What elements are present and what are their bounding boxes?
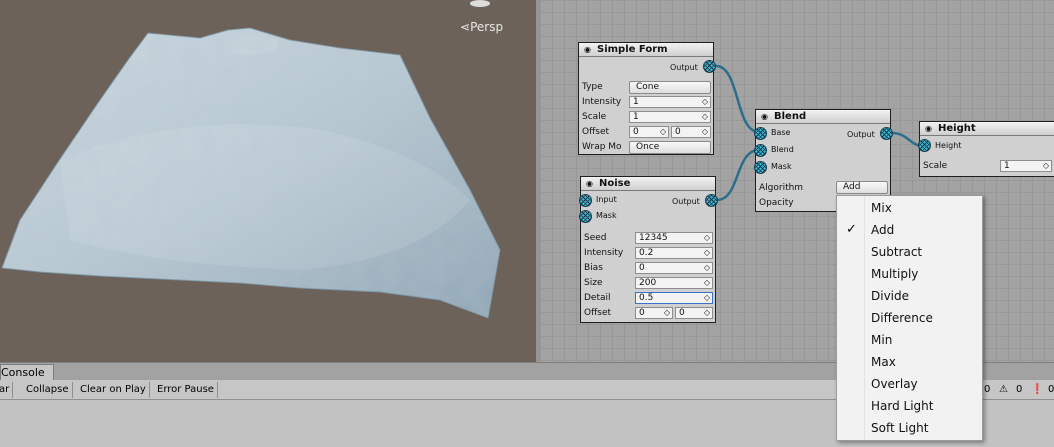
type-label: Type [582, 82, 603, 92]
offset-x-field[interactable]: 0 ◇ [629, 126, 669, 138]
bias-field[interactable]: 0 ◇ [635, 262, 713, 274]
eye-icon[interactable]: ◉ [925, 125, 932, 133]
collapse-button[interactable]: Collapse [23, 382, 73, 398]
detail-field[interactable]: 0.5 ◇ [635, 292, 713, 304]
persp-chevron-icon: ⋖ [460, 20, 471, 34]
warning-count[interactable]: 0 [1016, 382, 1022, 398]
drag-arrows-icon[interactable]: ◇ [702, 112, 708, 122]
error-icon[interactable]: ❗ [1031, 382, 1043, 398]
blend-label: Blend [771, 145, 794, 154]
noise-node[interactable]: ◉ Noise Input Mask Output Seed 12345 ◇ Int… [579, 176, 718, 323]
offset-y-field[interactable]: 0 ◇ [671, 126, 711, 138]
scale-field[interactable]: 1 ◇ [629, 111, 711, 123]
drag-arrows-icon[interactable]: ◇ [702, 97, 708, 107]
warning-icon[interactable]: ⚠ [999, 382, 1008, 398]
menu-item-hard-light[interactable]: Hard Light [871, 395, 979, 417]
type-dropdown[interactable]: Cone [629, 81, 711, 94]
output-label: Output [672, 197, 700, 206]
eye-icon[interactable]: ◉ [584, 46, 591, 54]
size-field[interactable]: 200 ◇ [635, 277, 713, 289]
blend-port[interactable] [754, 144, 767, 157]
mask-label: Mask [596, 211, 617, 220]
input-port[interactable] [579, 194, 592, 207]
gizmo-cone-icon[interactable] [470, 0, 490, 7]
persp-label[interactable]: ⋖Persp [460, 20, 503, 34]
drag-arrows-icon[interactable]: ◇ [704, 278, 710, 288]
intensity-label: Intensity [582, 97, 622, 107]
drag-arrows-icon[interactable]: ◇ [704, 293, 710, 303]
terrain-mesh [1, 27, 501, 319]
menu-item-soft-light[interactable]: Soft Light [871, 417, 979, 439]
scale-label: Scale [923, 161, 948, 171]
menu-item-overlay[interactable]: Overlay [871, 373, 979, 395]
mask-label: Mask [771, 162, 792, 171]
mask-port[interactable] [579, 210, 592, 223]
bias-label: Bias [584, 263, 603, 273]
simple-form-node[interactable]: ◉ Simple Form Output Type Cone Intensity … [578, 42, 716, 155]
height-header[interactable]: ◉ Height [920, 122, 1054, 136]
offset-label: Offset [584, 308, 612, 318]
height-node[interactable]: ◉ Height Height Scale 1 ◇ [918, 121, 1054, 177]
simple-form-header[interactable]: ◉ Simple Form [579, 43, 713, 57]
eye-icon[interactable]: ◉ [761, 113, 768, 121]
base-port[interactable] [754, 127, 767, 140]
opacity-label: Opacity [759, 198, 794, 208]
drag-arrows-icon[interactable]: ◇ [704, 308, 710, 318]
menu-item-divide[interactable]: Divide [871, 285, 979, 307]
offset-x-field[interactable]: 0 ◇ [635, 307, 673, 319]
detail-label: Detail [584, 293, 611, 303]
algorithm-dropdown[interactable]: Add [836, 181, 888, 194]
menu-item-max[interactable]: Max [871, 351, 979, 373]
intensity-field[interactable]: 1 ◇ [629, 96, 711, 108]
output-label: Output [847, 130, 875, 139]
algorithm-dropdown-menu[interactable]: ✓ Mix Add Subtract Multiply Divide Diffe… [836, 195, 983, 441]
algorithm-label: Algorithm [759, 183, 804, 193]
mask-port[interactable] [754, 161, 767, 174]
clear-on-play-button[interactable]: Clear on Play [77, 382, 150, 398]
base-label: Base [771, 128, 791, 137]
height-port[interactable] [918, 139, 931, 152]
error-count[interactable]: 0 [1048, 382, 1054, 398]
blend-header[interactable]: ◉ Blend [756, 110, 890, 124]
drag-arrows-icon[interactable]: ◇ [704, 233, 710, 243]
noise-header[interactable]: ◉ Noise [581, 177, 715, 191]
intensity-label: Intensity [584, 248, 624, 258]
height-label: Height [935, 141, 962, 150]
output-port[interactable] [880, 127, 893, 140]
scale-field[interactable]: 1 ◇ [1000, 160, 1052, 172]
error-pause-button[interactable]: Error Pause [154, 382, 218, 398]
checkmark-icon: ✓ [846, 222, 857, 237]
scene-view[interactable]: ⋖Persp [0, 0, 536, 362]
drag-arrows-icon[interactable]: ◇ [704, 248, 710, 258]
menu-item-multiply[interactable]: Multiply [871, 263, 979, 285]
clear-button[interactable]: ar [0, 382, 14, 398]
menu-item-mix[interactable]: Mix [871, 197, 979, 219]
log-count[interactable]: 0 [984, 382, 990, 398]
offset-y-field[interactable]: 0 ◇ [675, 307, 713, 319]
eye-icon[interactable]: ◉ [586, 180, 593, 188]
drag-arrows-icon[interactable]: ◇ [664, 308, 670, 318]
drag-arrows-icon[interactable]: ◇ [660, 127, 666, 137]
console-tab[interactable]: Console [0, 364, 54, 381]
seed-label: Seed [584, 233, 607, 243]
output-port[interactable] [705, 194, 718, 207]
wrap-mode-dropdown[interactable]: Once [629, 141, 711, 154]
seed-field[interactable]: 12345 ◇ [635, 232, 713, 244]
menu-item-difference[interactable]: Difference [871, 307, 979, 329]
scale-label: Scale [582, 112, 607, 122]
input-label: Input [596, 195, 617, 204]
wrap-mode-label: Wrap Mo [582, 142, 622, 152]
intensity-field[interactable]: 0.2 ◇ [635, 247, 713, 259]
drag-arrows-icon[interactable]: ◇ [704, 263, 710, 273]
menu-item-min[interactable]: Min [871, 329, 979, 351]
output-label: Output [670, 63, 698, 72]
menu-item-subtract[interactable]: Subtract [871, 241, 979, 263]
offset-label: Offset [582, 127, 610, 137]
drag-arrows-icon[interactable]: ◇ [1043, 161, 1049, 171]
menu-item-add[interactable]: Add [871, 219, 979, 241]
output-port[interactable] [703, 60, 716, 73]
drag-arrows-icon[interactable]: ◇ [702, 127, 708, 137]
size-label: Size [584, 278, 603, 288]
